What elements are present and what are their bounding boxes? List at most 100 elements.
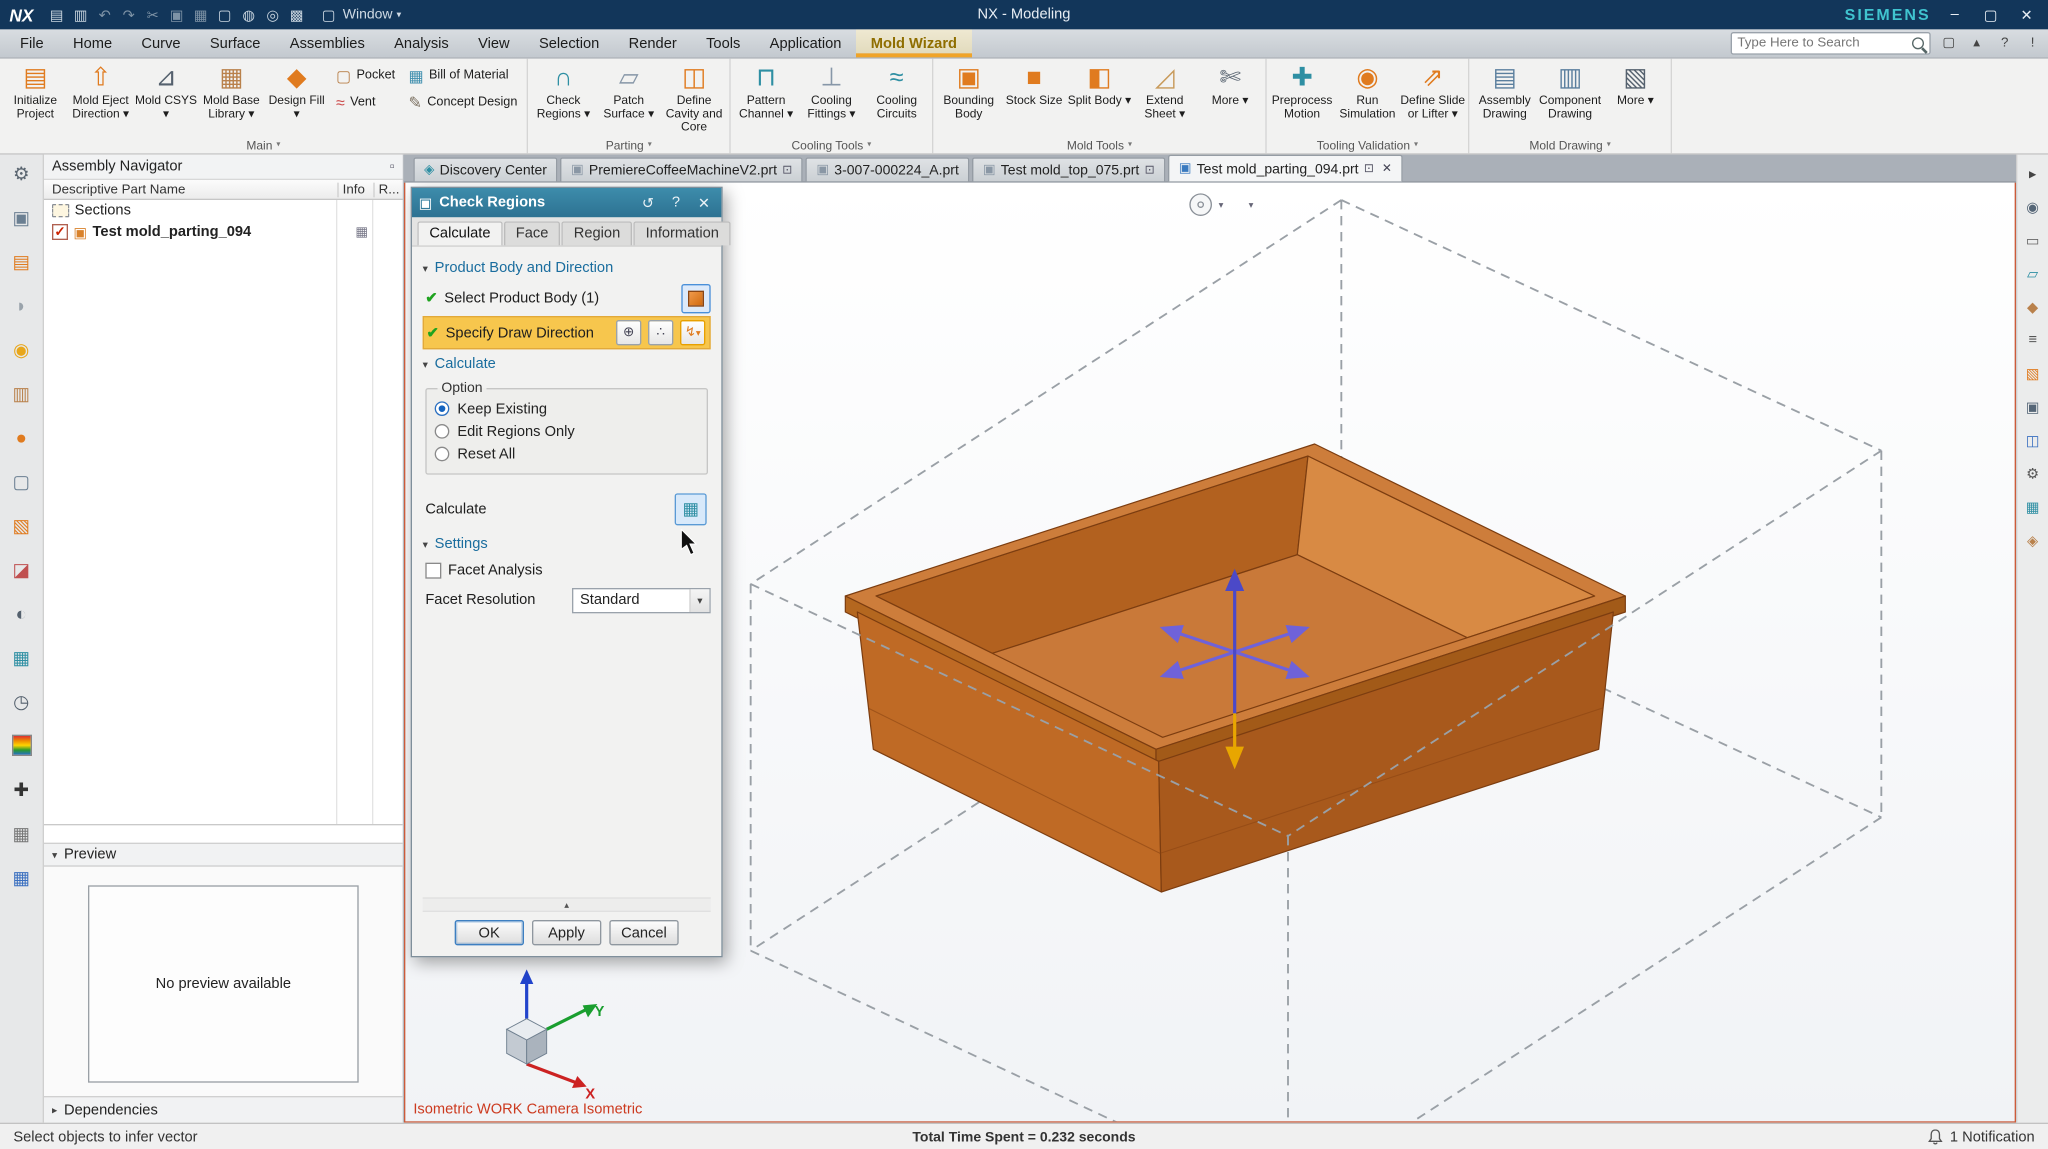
doc-tab-discovery-center[interactable]: ◈Discovery Center (413, 157, 557, 181)
ribbon-tab-curve[interactable]: Curve (127, 29, 195, 57)
ribbon-button-mold-eject-direction[interactable]: ⇧Mold Eject Direction ▾ (68, 60, 133, 120)
paint-tool-icon[interactable]: ◪ (5, 555, 37, 584)
ribbon-button-cooling-fittings[interactable]: ⊥Cooling Fittings ▾ (799, 60, 864, 120)
ribbon-button-concept-design[interactable]: ✎Concept Design (405, 91, 522, 114)
skeleton-icon[interactable]: ✚ (5, 775, 37, 804)
redo-icon[interactable]: ↷ (119, 6, 139, 23)
graphics-window[interactable]: ▾ ▾ Y X (404, 183, 2016, 1123)
column-info[interactable]: Info (337, 182, 373, 197)
ribbon-tab-surface[interactable]: Surface (195, 29, 275, 57)
command-finder-icon[interactable]: ◎ (263, 6, 283, 23)
copy-icon[interactable]: ▣ (167, 6, 187, 23)
display-icon[interactable]: ▦ (2021, 496, 2045, 517)
calculate-button[interactable]: ▦ (675, 493, 707, 525)
tree-item-sections[interactable]: Sections (44, 200, 403, 221)
group-label-cooling-tools[interactable]: Cooling Tools▾ (733, 136, 929, 153)
dialog-help-icon[interactable]: ? (665, 195, 686, 211)
paste-icon[interactable]: ▦ (191, 6, 211, 23)
cancel-button[interactable]: Cancel (609, 920, 679, 945)
doc-tab-test-mold-parting-094-prt[interactable]: ▣Test mold_parting_094.prt⊡✕ (1168, 155, 1403, 182)
radio-edit-regions-only[interactable]: Edit Regions Only (435, 420, 699, 443)
ribbon-button-component-drawing[interactable]: ▥Component Drawing (1537, 60, 1602, 120)
ribbon-button-mold-base-library[interactable]: ▦Mold Base Library ▾ (199, 60, 264, 120)
ribbon-button-run-simulation[interactable]: ◉Run Simulation (1335, 60, 1400, 120)
ribbon-button-bounding-body[interactable]: ▣Bounding Body (936, 60, 1001, 120)
apply-button[interactable]: Apply (532, 920, 601, 945)
material-sphere-icon[interactable]: ● (5, 423, 37, 452)
doc-tab-premierecoffeemachinev2-prt[interactable]: ▣PremiereCoffeeMachineV2.prt⊡ (560, 157, 803, 181)
ribbon-button-split-body[interactable]: ◧Split Body ▾ (1067, 60, 1132, 107)
radio-keep-existing[interactable]: Keep Existing (435, 397, 699, 420)
facet-analysis-checkbox[interactable] (425, 563, 441, 579)
ribbon-button-extend-sheet[interactable]: ◿Extend Sheet ▾ (1132, 60, 1197, 120)
undo-icon[interactable]: ↶ (95, 6, 115, 23)
dialog-tab-region[interactable]: Region (562, 221, 632, 245)
notification-bell-icon[interactable]: ◉ (5, 335, 37, 364)
preview-section-header[interactable]: ▾ Preview (44, 843, 403, 867)
layout-grid-icon[interactable]: ▦ (5, 863, 37, 892)
chevron-down-icon[interactable]: ▾ (1249, 199, 1254, 210)
new-window-icon[interactable]: ▢ (215, 6, 235, 23)
navigator-column-headers[interactable]: Descriptive Part Name Info R... (44, 179, 403, 200)
search-box[interactable] (1731, 32, 1931, 55)
navigator-tree[interactable]: Sections ✓ ▣ Test mold_parting_094 ▦ (44, 200, 403, 824)
dialog-tab-calculate[interactable]: Calculate (417, 221, 502, 245)
close-button[interactable]: ✕ (2015, 6, 2039, 23)
ribbon-button-bill-of-material[interactable]: ▦Bill of Material (405, 64, 522, 87)
ribbon-tab-file[interactable]: File (5, 29, 58, 57)
doc-tab-test-mold-top-075-prt[interactable]: ▣Test mold_top_075.prt⊡ (972, 157, 1165, 181)
swatches-icon[interactable]: ▧ (2021, 363, 2045, 384)
group-label-tooling-validation[interactable]: Tooling Validation▾ (1269, 136, 1465, 153)
alerts-icon[interactable]: ! (2023, 33, 2043, 53)
ribbon-tab-render[interactable]: Render (614, 29, 691, 57)
view-cube-icon[interactable]: ▣ (2021, 396, 2045, 417)
ribbon-button-more[interactable]: ▧More ▾ (1603, 60, 1668, 107)
ribbon-button-stock-size[interactable]: ■Stock Size (1001, 60, 1066, 107)
group-label-main[interactable]: Main▾ (3, 136, 524, 153)
column-r[interactable]: R... (373, 182, 402, 197)
select-body-button[interactable] (681, 283, 710, 312)
fullscreen-icon[interactable]: ▢ (1939, 33, 1959, 53)
ok-button[interactable]: OK (454, 920, 523, 945)
group-label-mold-drawing[interactable]: Mold Drawing▾ (1472, 136, 1668, 153)
screen-capture-icon[interactable]: ▩ (287, 6, 307, 23)
ribbon-button-vent[interactable]: ≈Vent (332, 91, 399, 114)
dialog-tab-face[interactable]: Face (504, 221, 561, 245)
inferred-vector-button[interactable]: ↯▾ (680, 320, 705, 345)
help-icon[interactable]: ? (1995, 33, 2015, 53)
orient-view-icon[interactable]: ◈ (2021, 529, 2045, 550)
dialog-tab-information[interactable]: Information (634, 221, 731, 245)
notification-area[interactable]: 1 Notification (1929, 1129, 2035, 1145)
grid-edit-icon[interactable]: ▦ (5, 819, 37, 848)
ribbon-tab-mold-wizard[interactable]: Mold Wizard (856, 29, 972, 57)
sketch-surface-icon[interactable]: ▱ (2021, 263, 2045, 284)
ribbon-tab-view[interactable]: View (463, 29, 524, 57)
close-tab-icon[interactable]: ✕ (1382, 161, 1392, 176)
ribbon-tab-selection[interactable]: Selection (524, 29, 614, 57)
ribbon-button-pattern-channel[interactable]: ⊓Pattern Channel ▾ (733, 60, 798, 120)
radio-button[interactable] (435, 401, 450, 416)
group-label-parting[interactable]: Parting▾ (531, 136, 727, 153)
ribbon-button-define-cavity-and-core[interactable]: ◫Define Cavity and Core (661, 60, 726, 133)
select-filter-icon[interactable]: ▸ (2021, 163, 2045, 184)
section-calculate[interactable]: ▾ Calculate (423, 351, 711, 378)
ribbon-button-cooling-circuits[interactable]: ≈Cooling Circuits (864, 60, 929, 120)
ribbon-button-define-slide-or-lifter[interactable]: ⇗Define Slide or Lifter ▾ (1400, 60, 1465, 120)
ribbon-button-initialize-project[interactable]: ▤Initialize Project (3, 60, 68, 120)
layers-icon[interactable]: ≡ (2021, 329, 2045, 350)
window-pane-icon[interactable]: ▭ (2021, 229, 2045, 250)
microphone-icon[interactable]: ◍ (239, 6, 259, 23)
specify-draw-direction-row[interactable]: ✔ Specify Draw Direction ⊕ ∴ ↯▾ (423, 316, 711, 349)
tree-item-part[interactable]: ✓ ▣ Test mold_parting_094 ▦ (44, 221, 403, 242)
section-settings[interactable]: ▾ Settings (423, 531, 711, 558)
panel-splitter[interactable] (44, 824, 403, 843)
dialog-reset-icon[interactable]: ↺ (637, 194, 658, 211)
swatch-icon[interactable]: ▧ (5, 511, 37, 540)
minimize-ribbon-icon[interactable]: ▴ (1967, 33, 1987, 53)
dialog-collapse-strip[interactable]: ▴ (423, 897, 711, 912)
cut-icon[interactable]: ✂ (143, 6, 163, 23)
color-bar-icon[interactable] (11, 735, 31, 756)
part-checkbox[interactable]: ✓ (52, 224, 68, 240)
box-tool-icon[interactable]: ▥ (5, 379, 37, 408)
contrast-icon[interactable]: ◐ (5, 599, 37, 628)
